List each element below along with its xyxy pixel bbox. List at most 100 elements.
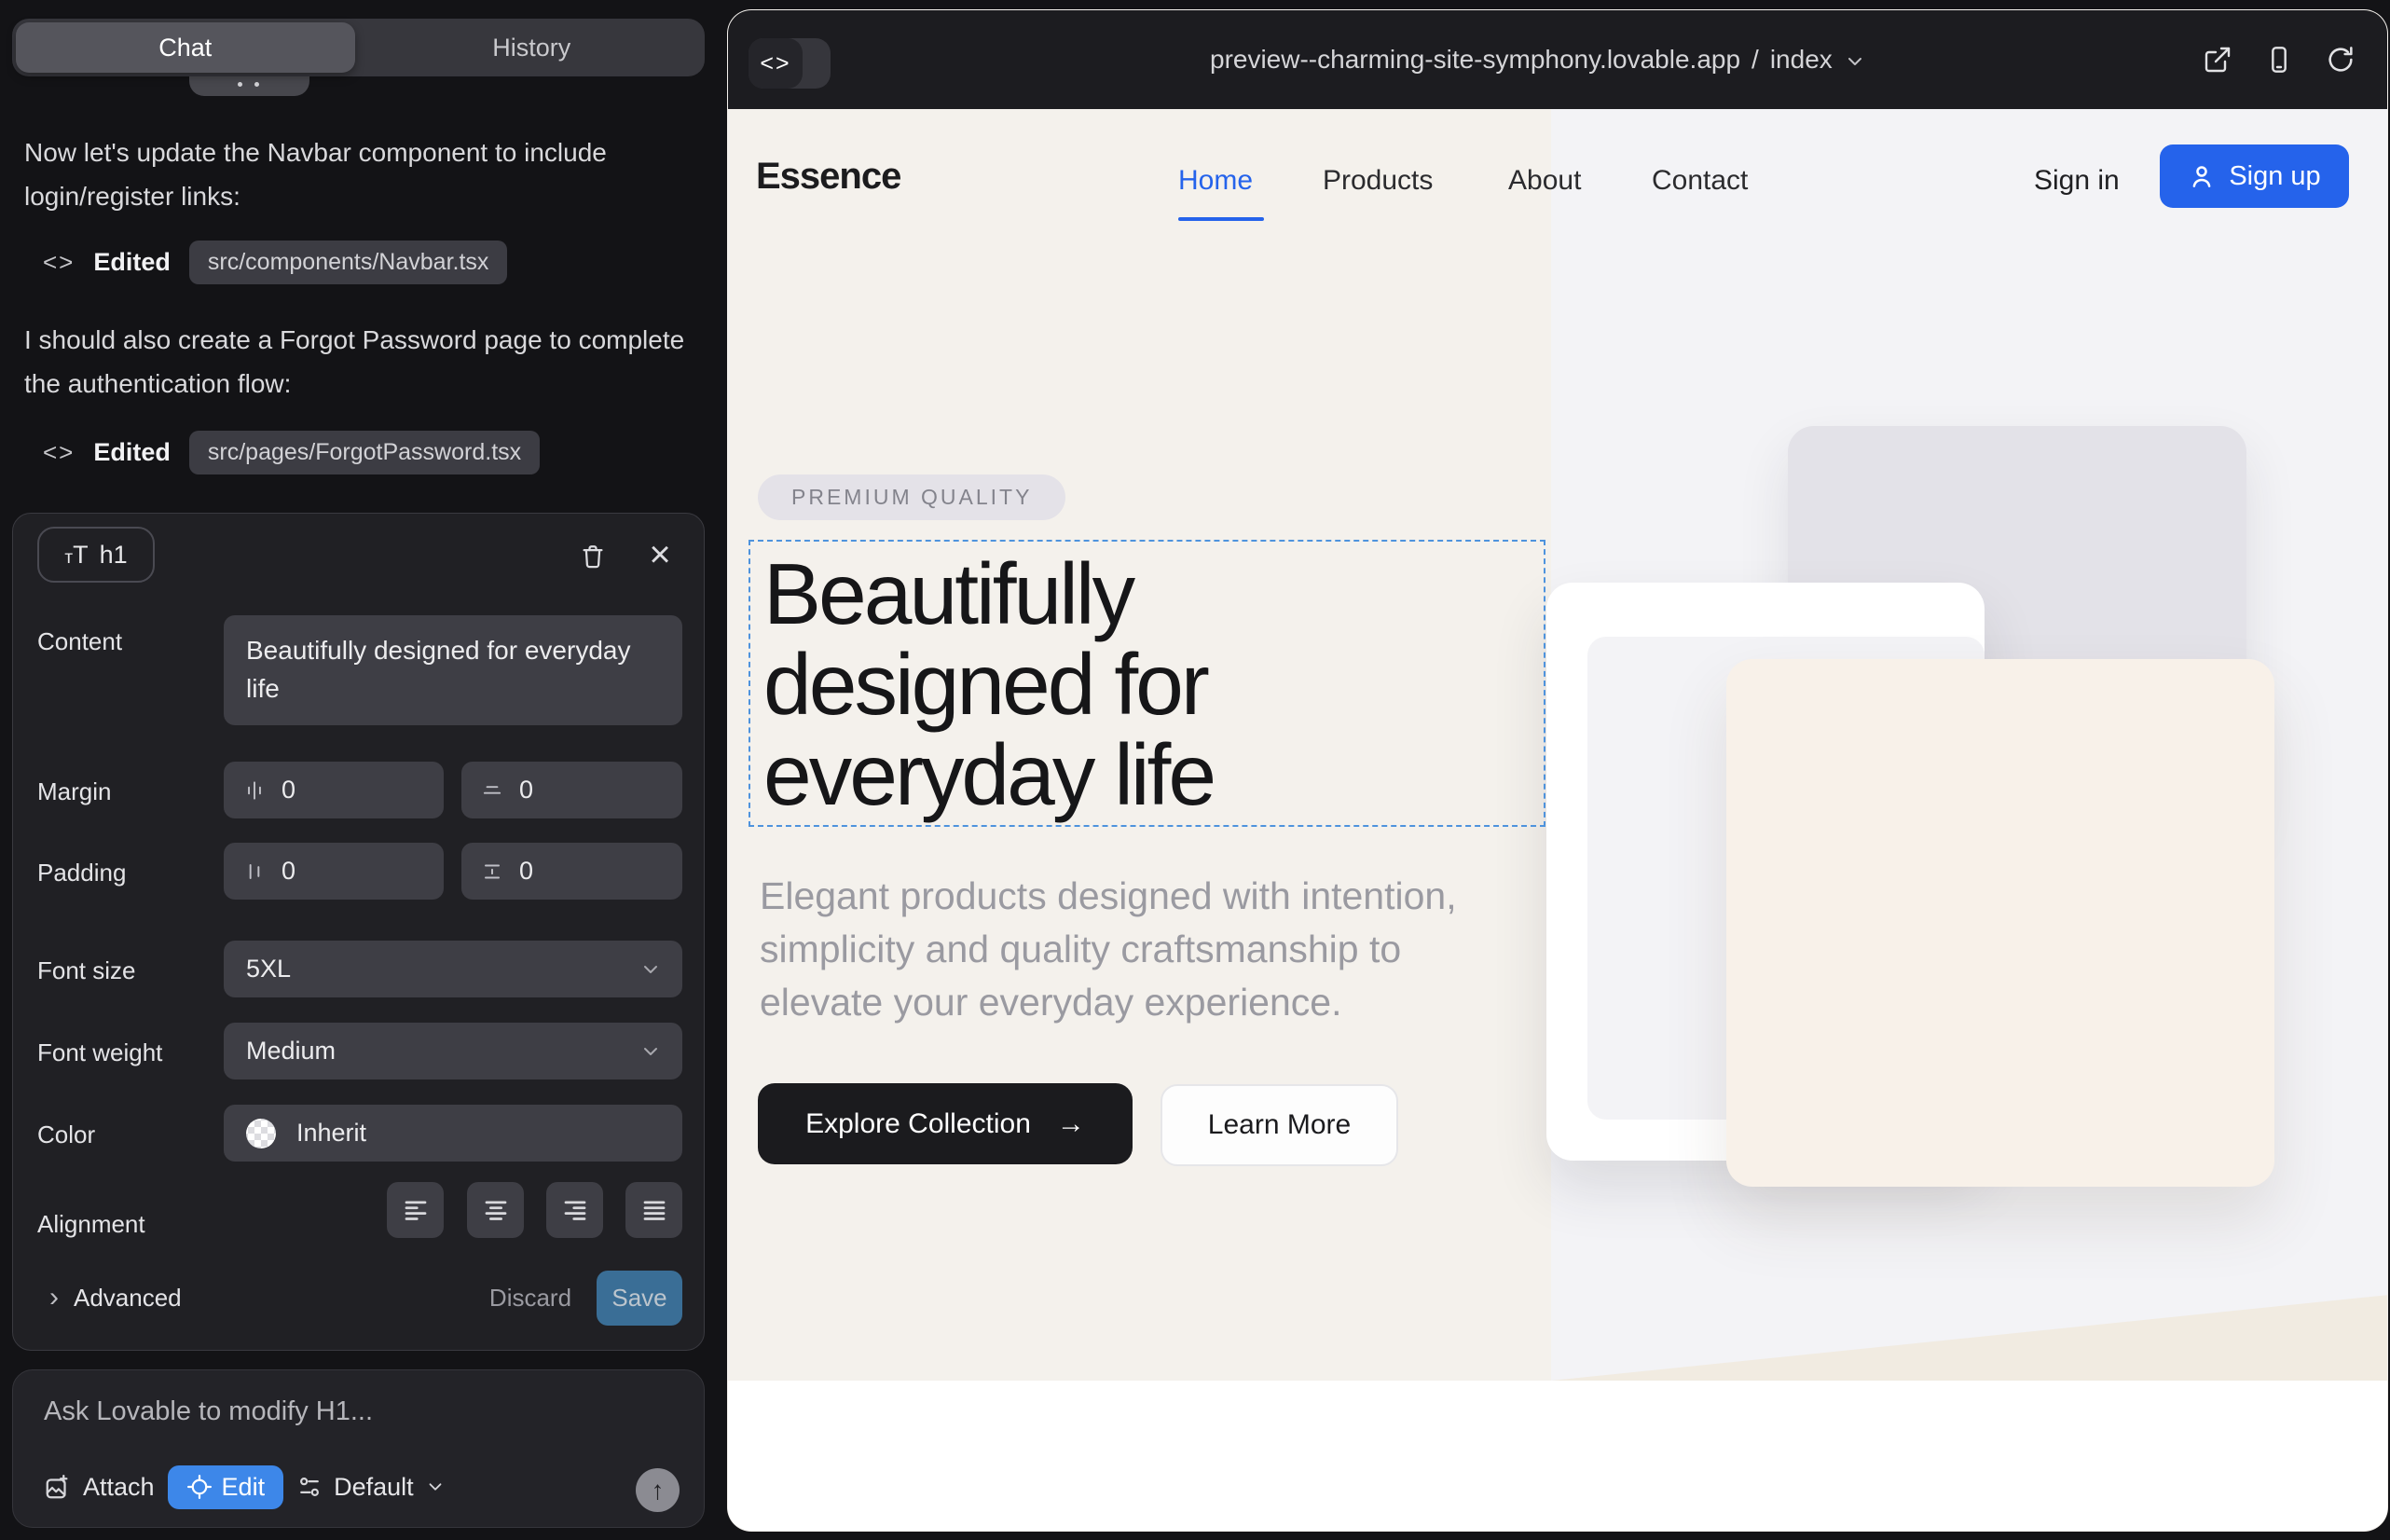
content-label: Content [37,627,122,656]
arrow-right-icon: → [1057,1108,1085,1140]
preview-actions [2203,10,2356,109]
sliders-icon [296,1474,323,1500]
edited-file-row: <> Edited src/components/Navbar.tsx [43,239,507,285]
advanced-toggle[interactable]: › Advanced [49,1282,182,1313]
font-weight-select[interactable]: Medium [224,1023,682,1079]
align-justify-button[interactable] [625,1182,682,1238]
align-center-icon [482,1196,510,1224]
trash-icon [579,543,607,571]
site-brand[interactable]: Essence [756,156,900,198]
font-size-value: 5XL [246,955,291,983]
margin-y-value: 0 [519,776,533,804]
file-chip[interactable]: src/components/Navbar.tsx [189,241,508,284]
hero-heading[interactable]: Beautifully designed for everyday life [763,549,1214,820]
refresh-button[interactable] [2326,45,2356,75]
decor-card-beige [1726,659,2274,1187]
edited-action-label: Edited [93,438,171,467]
signup-button[interactable]: Sign up [2160,144,2349,208]
tab-chat[interactable]: Chat [16,22,355,73]
hero-heading-line: everyday life [763,730,1214,820]
align-justify-icon [640,1196,668,1224]
nav-link-home[interactable]: Home [1178,165,1253,197]
delete-element-button[interactable] [572,536,613,577]
nav-link-products[interactable]: Products [1323,165,1433,197]
attach-label: Attach [83,1473,155,1502]
external-link-icon [2203,45,2232,75]
type-icon: тT [64,541,88,570]
nav-link-about[interactable]: About [1508,165,1581,197]
padding-x-input[interactable]: 0 [224,843,444,900]
cta-primary-label: Explore Collection [805,1108,1031,1140]
padding-y-input[interactable]: 0 [461,843,682,900]
mobile-view-button[interactable] [2264,45,2294,75]
save-button[interactable]: Save [597,1271,682,1326]
margin-y-icon [480,778,504,803]
site-page: Essence Home Products About Contact Sign… [728,109,2388,1532]
chat-message: I should also create a Forgot Password p… [24,318,686,406]
loading-dot [238,82,242,87]
chevron-down-icon [425,1477,446,1497]
signin-button[interactable]: Sign in [2034,165,2120,197]
send-button[interactable]: ↑ [636,1468,680,1512]
beige-wedge-shape [1551,1295,2388,1381]
align-center-button[interactable] [467,1182,524,1238]
font-weight-value: Medium [246,1037,336,1066]
preview-panel: <> preview--charming-site-symphony.lovab… [727,9,2388,1532]
content-textarea[interactable]: Beautifully designed for everyday life [224,615,682,725]
hero-heading-line: designed for [763,639,1214,730]
signup-label: Sign up [2229,161,2320,192]
code-icon: <> [43,248,75,277]
edited-file-row: <> Edited src/pages/ForgotPassword.tsx [43,429,540,475]
margin-label: Margin [37,777,111,806]
discard-button[interactable]: Discard [479,1271,582,1326]
close-icon: × [649,534,670,576]
nav-link-contact[interactable]: Contact [1652,165,1748,197]
align-left-icon [402,1196,430,1224]
padding-x-value: 0 [282,857,295,886]
align-right-button[interactable] [546,1182,603,1238]
close-panel-button[interactable]: × [639,534,680,575]
margin-x-value: 0 [282,776,295,804]
active-nav-underline [1178,217,1264,221]
prompt-input[interactable] [44,1396,678,1443]
edit-mode-button[interactable]: Edit [168,1465,284,1509]
loading-dot [254,82,259,87]
font-size-select[interactable]: 5XL [224,941,682,997]
smartphone-icon [2264,45,2294,75]
code-icon: <> [43,438,75,467]
file-chip[interactable]: src/pages/ForgotPassword.tsx [189,431,540,474]
preview-url: preview--charming-site-symphony.lovable.… [1210,45,1740,75]
font-size-label: Font size [37,956,136,985]
font-weight-label: Font weight [37,1038,162,1067]
sidebar-tabbar: Chat History [12,19,705,76]
attach-image-icon [44,1473,72,1501]
hero-badge: PREMIUM QUALITY [758,474,1065,520]
url-path-separator: / [1751,45,1759,75]
tab-history[interactable]: History [363,22,702,73]
user-icon [2188,162,2216,190]
padding-x-icon [242,859,267,884]
margin-x-icon [242,778,267,803]
arrow-up-icon: ↑ [652,1476,665,1505]
color-select[interactable]: Inherit [224,1105,682,1162]
element-tag-pill[interactable]: тT h1 [37,527,155,583]
padding-y-icon [480,859,504,884]
attach-button[interactable]: Attach [44,1473,155,1502]
explore-collection-button[interactable]: Explore Collection → [758,1083,1133,1164]
learn-more-button[interactable]: Learn More [1161,1084,1398,1166]
prompt-box: Attach Edit Default ↑ [12,1369,705,1528]
code-view-toggle[interactable]: <> [749,38,831,89]
margin-y-input[interactable]: 0 [461,762,682,818]
margin-x-input[interactable]: 0 [224,762,444,818]
mode-selector[interactable]: Default [296,1473,446,1502]
prompt-toolbar: Attach Edit Default [44,1464,446,1510]
refresh-icon [2326,45,2356,75]
preview-url-bar[interactable]: preview--charming-site-symphony.lovable.… [1210,10,1866,109]
align-left-button[interactable] [387,1182,444,1238]
color-label: Color [37,1121,95,1149]
target-icon [186,1474,213,1500]
open-external-button[interactable] [2203,45,2232,75]
edit-label: Edit [222,1473,266,1502]
color-value: Inherit [296,1119,366,1148]
align-right-icon [561,1196,589,1224]
